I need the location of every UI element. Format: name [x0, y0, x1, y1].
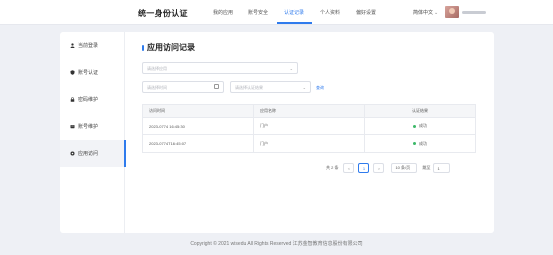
- chevron-down-icon: ⌄: [434, 10, 439, 16]
- brand-title: 统一身份认证: [138, 9, 188, 18]
- column-header-time: 访问时间: [143, 105, 254, 117]
- jump-page-input[interactable]: 1: [433, 163, 451, 173]
- pagination-total: 共 2 条: [326, 165, 339, 170]
- auth-result-select[interactable]: 请选择认证结果 ⌄: [230, 81, 311, 93]
- footer-copyright: Copyright © 2021 wisedu All Rights Reser…: [190, 241, 363, 247]
- cell-app: 门户: [254, 135, 365, 152]
- cell-result: 成功: [365, 118, 475, 134]
- active-nav-indicator: [277, 22, 312, 24]
- success-status-dot: [413, 124, 416, 128]
- sidebar-item-app-access[interactable]: 应用访问: [60, 140, 126, 167]
- page-number-button[interactable]: 1: [358, 163, 370, 173]
- lock-icon: [70, 97, 75, 102]
- page-size-select[interactable]: 10 条/页: [391, 163, 418, 173]
- result-text: 成功: [419, 140, 427, 146]
- top-navigation-bar: 统一身份认证 我的应用 账号安全 认证记录 个人资料 偏好设置 简体中文⌄: [0, 0, 553, 25]
- user-icon: [70, 43, 75, 48]
- column-header-app: 应用名称: [254, 105, 365, 117]
- query-button[interactable]: 查询: [316, 85, 324, 91]
- table-row: 2023-0774T16:45:07 门户 成功: [143, 135, 475, 152]
- cell-time: 2023-0774T16:45:07: [143, 135, 254, 152]
- jump-label: 跳至: [422, 165, 431, 170]
- nav-my-apps[interactable]: 我的应用: [213, 9, 233, 16]
- prev-page-button[interactable]: <: [343, 163, 355, 173]
- table-header-row: 访问时间 应用名称 认证结果: [143, 105, 475, 118]
- sidebar-item-label: 密码维护: [78, 97, 99, 103]
- language-switcher[interactable]: 简体中文⌄: [413, 9, 438, 16]
- sidebar: 当前登录 账号认证 密码维护 账号维护 应用访问: [60, 32, 126, 233]
- cell-result: 成功: [365, 135, 475, 152]
- access-records-table: 访问时间 应用名称 认证结果 2023-0774 16:45:30 门户 成功 …: [142, 104, 476, 153]
- app-icon: [70, 151, 75, 156]
- page-title-text: 应用访问记录: [147, 43, 195, 52]
- nav-preferences[interactable]: 偏好设置: [356, 9, 376, 16]
- app-select-placeholder: 请选择应用: [147, 66, 167, 71]
- sidebar-item-current-login[interactable]: 当前登录: [60, 32, 125, 59]
- language-label: 简体中文: [413, 10, 434, 16]
- pagination: 共 2 条 < 1 > 10 条/页 跳至 1: [326, 162, 451, 174]
- next-page-button[interactable]: >: [373, 163, 385, 173]
- title-accent-bar: [142, 44, 144, 51]
- nav-auth-records[interactable]: 认证记录: [284, 9, 304, 16]
- date-placeholder: 请选择时间: [147, 85, 167, 90]
- result-text: 成功: [419, 123, 427, 128]
- cell-app: 门户: [254, 118, 365, 134]
- sidebar-item-label: 当前登录: [78, 43, 99, 49]
- chevron-down-icon: ⌄: [289, 66, 293, 71]
- table-row: 2023-0774 16:45:30 门户 成功: [143, 118, 475, 135]
- nav-account-security[interactable]: 账号安全: [248, 9, 268, 16]
- column-header-result: 认证结果: [412, 108, 428, 113]
- result-placeholder: 请选择认证结果: [235, 85, 263, 90]
- sidebar-item-account-auth[interactable]: 账号认证: [60, 59, 125, 86]
- page-title: 应用访问记录: [142, 42, 195, 53]
- nav-profile[interactable]: 个人资料: [320, 9, 340, 16]
- date-range-input[interactable]: 请选择时间: [142, 81, 224, 93]
- content-card: 当前登录 账号认证 密码维护 账号维护 应用访问 应用访问记录 请选择应用 ⌄ …: [60, 32, 494, 233]
- sidebar-item-account-maintenance[interactable]: 账号维护: [60, 113, 125, 140]
- shield-icon: [70, 70, 75, 75]
- avatar[interactable]: [445, 6, 459, 18]
- sidebar-item-label: 账号认证: [78, 70, 99, 76]
- sidebar-item-password[interactable]: 密码维护: [60, 86, 125, 113]
- calendar-icon: [214, 84, 219, 89]
- account-icon: [70, 124, 75, 129]
- app-select[interactable]: 请选择应用 ⌄: [142, 62, 298, 74]
- sidebar-item-label: 账号维护: [78, 124, 99, 130]
- cell-time: 2023-0774 16:45:30: [143, 118, 254, 134]
- username-redacted: [462, 11, 486, 14]
- sidebar-item-label: 应用访问: [78, 151, 99, 157]
- success-status-dot: [413, 142, 416, 145]
- page-size-label: 10 条/页: [395, 165, 411, 170]
- chevron-down-icon: ⌄: [302, 85, 306, 90]
